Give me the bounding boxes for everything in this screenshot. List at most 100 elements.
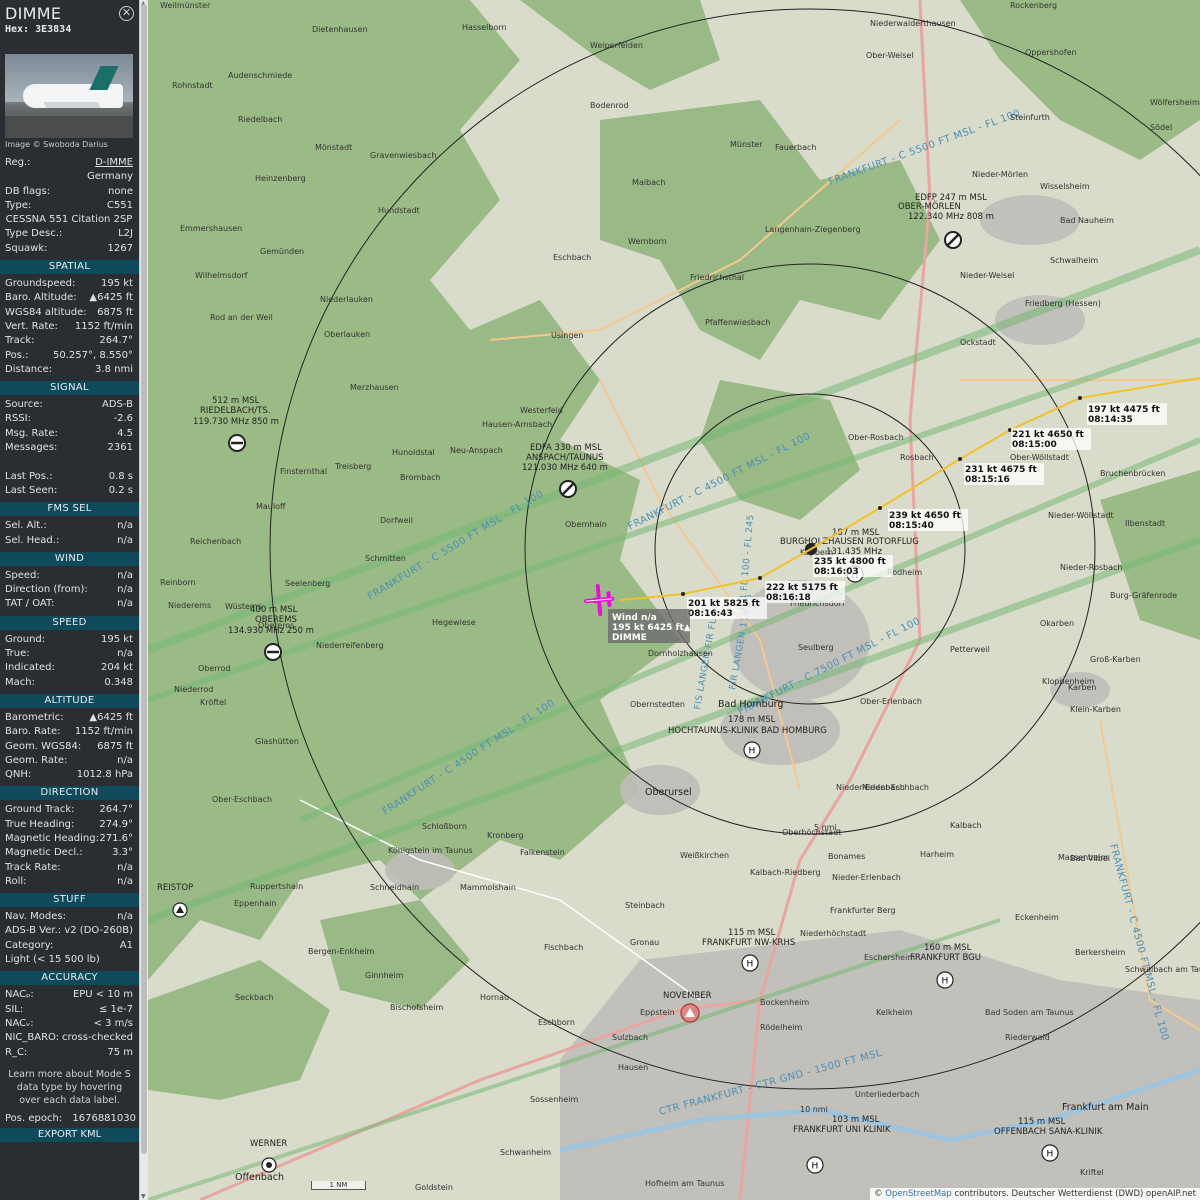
detail-label[interactable]: Speed: [5,569,40,583]
town-label: Nieder-Erlenbach [832,873,901,882]
town-label: Oberlauken [324,330,370,339]
detail-label[interactable]: Geom. Rate: [5,754,67,768]
town-label: Kriftel [1080,1168,1104,1177]
town-label: Ober-Erlenbach [860,697,922,706]
town-label: Heinzenberg [255,174,306,183]
town-label: Maibach [632,178,665,187]
detail-label[interactable]: Direction (from): [5,583,88,597]
town-label: Hundstadt [378,206,420,215]
detail-row: NACₚ: EPU < 10 m [0,988,139,1002]
detail-label[interactable]: Baro. Rate: [5,725,60,739]
sidebar-scrollbar[interactable]: ▲ ▼ [139,0,148,1200]
track-point[interactable] [681,592,685,596]
info-row: CESSNA 551 Citation 2SP [0,213,139,227]
map-canvas[interactable]: 5 nmi 10 nmi FRANKFURT - C 5500 FT MSL -… [148,0,1200,1200]
detail-label[interactable]: True: [5,647,30,661]
detail-label[interactable]: Vert. Rate: [5,320,58,334]
detail-label[interactable]: Track: [5,334,35,348]
detail-sections: SPATIAL Groundspeed: 195 kt Baro. Altitude:… [0,260,139,1060]
track-point[interactable] [758,576,762,580]
detail-label[interactable]: Last Pos.: [5,470,53,484]
detail-label[interactable]: Pos.: [5,349,29,363]
detail-row: Track: 264.7° [0,334,139,348]
detail-label[interactable]: Indicated: [5,661,55,675]
detail-label[interactable]: Baro. Altitude: [5,291,77,305]
close-icon[interactable]: ✕ [119,6,134,21]
detail-value: n/a [117,598,133,610]
town-label: Münster [730,140,763,149]
info-row: Squawk: 1267 [0,242,139,256]
detail-label[interactable]: Sel. Alt.: [5,519,47,533]
detail-row: Ground: 195 kt [0,633,139,647]
town-label: Bischofsheim [390,1003,443,1012]
detail-label[interactable]: Light (< 15 500 lb) [5,953,100,967]
openstreetmap-link[interactable]: OpenStreetMap [885,1189,951,1199]
detail-label[interactable]: Nav. Modes: [5,910,66,924]
section-header-direction: DIRECTION [0,786,139,801]
detail-label[interactable]: SIL: [5,1003,23,1017]
section-header-accuracy: ACCURACY [0,971,139,986]
town-label: Harheim [920,850,954,859]
detail-row: Roll: n/a [0,875,139,889]
detail-label[interactable]: Sel. Head.: [5,534,59,548]
detail-label[interactable]: Mach: [5,676,35,690]
detail-label[interactable]: RSSI: [5,412,31,426]
town-label: Ilbenstadt [1125,519,1165,528]
range-label-10: 10 nmi [800,1105,828,1114]
detail-label[interactable]: Track Rate: [5,861,61,875]
detail-label[interactable]: True Heading: [5,818,74,832]
town-label: Klein-Karben [1070,705,1121,714]
town-label: Okarben [1040,619,1074,628]
town-label: Falkenstein [520,848,565,857]
detail-row: Ground Track: 264.7° [0,803,139,817]
detail-row: Track Rate: n/a [0,861,139,875]
detail-label[interactable]: WGS84 altitude: [5,306,87,320]
info-label: Squawk: [5,242,48,254]
detail-label[interactable]: R_C: [5,1046,27,1060]
town-label: Riedelbach [238,115,282,124]
detail-label[interactable]: Barometric: [5,711,64,725]
detail-label[interactable]: Geom. WGS84: [5,740,81,754]
town-label: Reinborn [160,578,196,587]
town-label: Bad Soden am Taunus [985,1008,1074,1017]
detail-label[interactable]: Roll: [5,875,27,889]
detail-label[interactable]: ADS-B Ver.: [5,924,61,938]
svg-text:160 m MSL: 160 m MSL [924,943,972,953]
detail-label[interactable]: TAT / OAT: [5,597,54,611]
town-label: Friedberg (Hessen) [1025,299,1101,308]
detail-label[interactable]: NIC_BARO: [5,1031,59,1045]
detail-label[interactable]: Last Seen: [5,484,57,498]
scroll-down-icon[interactable]: ▼ [141,1193,146,1200]
detail-label[interactable]: Distance: [5,363,52,377]
detail-row: Vert. Rate: 1152 ft/min [0,320,139,334]
info-row: DB flags: none [0,185,139,199]
detail-label[interactable]: Msg. Rate: [5,427,58,441]
detail-label[interactable]: QNH: [5,768,31,782]
detail-label[interactable]: NACᵥ: [5,1017,34,1031]
detail-label[interactable]: Magnetic Heading: [5,832,99,846]
detail-label[interactable]: Source: [5,398,43,412]
scrollbar-thumb[interactable] [141,4,147,1154]
svg-text:FRANKFURT BGU: FRANKFURT BGU [910,953,981,963]
detail-label[interactable]: Category: [5,939,53,953]
town-label: Bodenrod [590,101,629,110]
track-point[interactable] [1078,396,1082,400]
detail-label[interactable]: Ground Track: [5,803,75,817]
svg-text:OBER-MÖRLEN: OBER-MÖRLEN [898,201,961,212]
track-point[interactable] [958,457,962,461]
svg-text:FRANKFURT NW-KRHS: FRANKFURT NW-KRHS [702,938,795,948]
detail-label[interactable]: Groundspeed: [5,277,75,291]
scale-bar: 1 NM [311,1181,366,1190]
detail-label[interactable]: Messages: [5,441,57,455]
track-point[interactable] [878,506,882,510]
detail-label[interactable]: NACₚ: [5,988,34,1002]
town-label: Bad Vilbel [1070,854,1110,863]
registration-link[interactable]: D-IMME [95,156,133,170]
svg-text:119.730 MHz 850 m: 119.730 MHz 850 m [193,417,279,427]
detail-label[interactable]: Magnetic Decl.: [5,846,83,860]
detail-value: 195 kt [101,278,133,290]
map-view[interactable]: 5 nmi 10 nmi FRANKFURT - C 5500 FT MSL -… [148,0,1200,1200]
detail-label[interactable]: Ground: [5,633,45,647]
export-kml-button[interactable]: EXPORT KML [0,1127,139,1142]
aircraft-photo[interactable] [5,54,133,138]
